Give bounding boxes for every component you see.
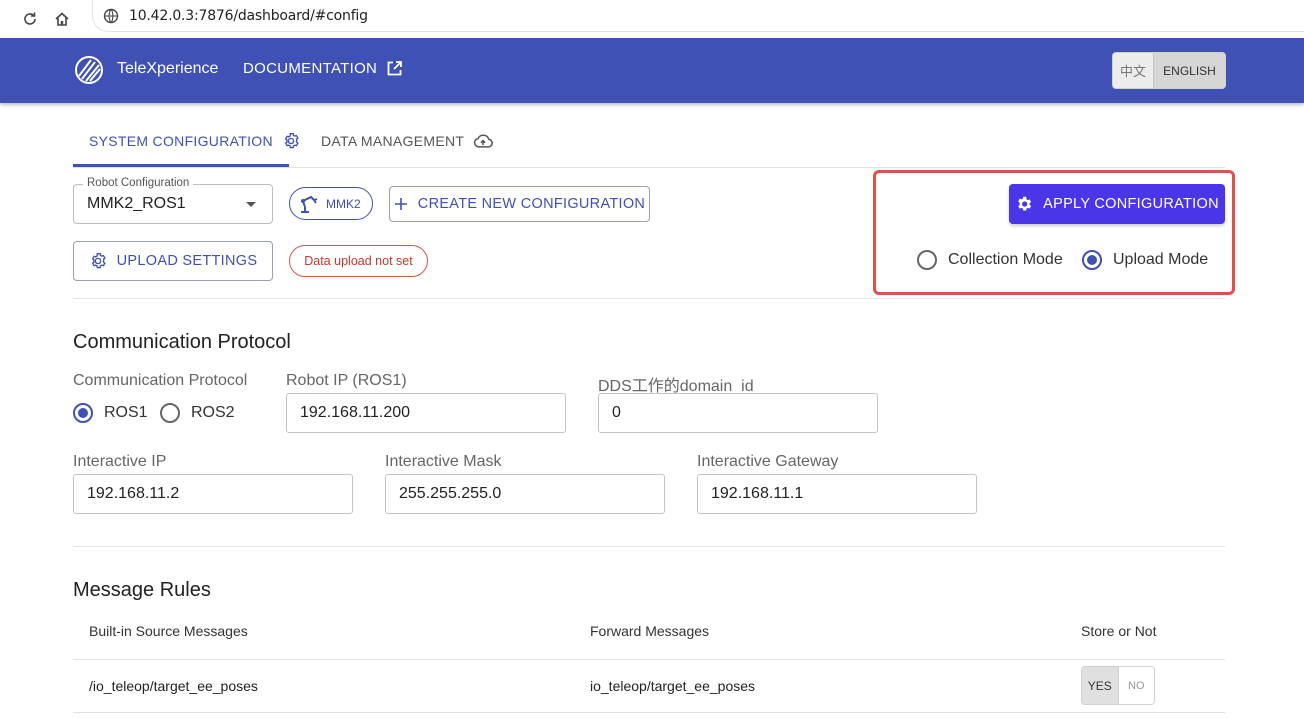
tab-system-configuration[interactable]: SYSTEM CONFIGURATION xyxy=(89,132,300,150)
column-header-forward: Forward Messages xyxy=(590,623,710,639)
dds-domain-input[interactable]: 0 xyxy=(598,393,878,433)
logo-icon xyxy=(75,56,103,84)
interactive-gateway-label: Interactive Gateway xyxy=(697,453,839,470)
protocol-label: Communication Protocol xyxy=(73,372,248,389)
robot-ip-label: Robot IP (ROS1) xyxy=(286,372,407,389)
tab-label: SYSTEM CONFIGURATION xyxy=(89,133,273,149)
radio-label: ROS2 xyxy=(191,404,235,421)
tab-label: DATA MANAGEMENT xyxy=(321,133,465,149)
row-forward-message: io_teleop/target_ee_poses xyxy=(590,678,756,694)
apply-configuration-label: APPLY CONFIGURATION xyxy=(1043,196,1219,212)
section-divider xyxy=(73,546,1225,547)
language-toggle: 中文 ENGLISH xyxy=(1112,52,1226,89)
communication-section-title: Communication Protocol xyxy=(73,331,291,353)
radio-upload-mode[interactable]: Upload Mode xyxy=(1082,250,1208,270)
app-header: TeleXperience DOCUMENTATION 中文 ENGLISH xyxy=(0,38,1304,103)
interactive-gateway-input[interactable]: 192.168.11.1 xyxy=(697,474,977,514)
store-toggle: YES NO xyxy=(1081,666,1155,705)
radio-circle[interactable] xyxy=(917,250,937,270)
upload-status-badge: Data upload not set xyxy=(289,245,428,277)
interactive-mask-input[interactable]: 255.255.255.0 xyxy=(385,474,665,514)
brand-name[interactable]: TeleXperience xyxy=(117,60,218,78)
store-yes-button[interactable]: YES xyxy=(1082,667,1119,704)
interactive-mask-label: Interactive Mask xyxy=(385,453,502,470)
interactive-ip-input[interactable]: 192.168.11.2 xyxy=(73,474,353,514)
interactive-ip-label: Interactive IP xyxy=(73,453,167,470)
table-header-divider xyxy=(73,659,1225,660)
radio-label: Collection Mode xyxy=(948,251,1063,268)
cloud-upload-icon xyxy=(474,134,494,148)
robot-arm-icon xyxy=(301,195,318,213)
site-info-icon[interactable] xyxy=(103,8,119,24)
chevron-down-icon[interactable] xyxy=(246,202,256,207)
radio-circle[interactable] xyxy=(160,403,180,423)
section-divider xyxy=(73,298,1225,299)
gear-icon xyxy=(1018,196,1032,211)
store-no-button[interactable]: NO xyxy=(1118,667,1154,704)
row-source-message: /io_teleop/target_ee_poses xyxy=(89,678,258,694)
upload-settings-label: UPLOAD SETTINGS xyxy=(116,253,258,269)
create-configuration-label: CREATE NEW CONFIGURATION xyxy=(417,196,646,212)
robot-ip-input[interactable]: 192.168.11.200 xyxy=(286,393,566,433)
message-rules-title: Message Rules xyxy=(73,579,211,601)
documentation-label: DOCUMENTATION xyxy=(243,60,378,77)
lang-en-button[interactable]: ENGLISH xyxy=(1153,53,1225,88)
column-header-store: Store or Not xyxy=(1081,623,1157,639)
gear-icon xyxy=(91,253,106,269)
external-link-icon xyxy=(387,61,403,76)
radio-label: Upload Mode xyxy=(1113,251,1209,268)
robot-type-chip: MMK2 xyxy=(289,187,373,220)
lang-zh-button[interactable]: 中文 xyxy=(1113,53,1153,88)
home-icon[interactable] xyxy=(51,8,73,30)
tabs-divider xyxy=(73,167,1225,168)
radio-label: ROS1 xyxy=(104,404,148,421)
robot-config-value[interactable]: MMK2_ROS1 xyxy=(87,195,186,213)
column-header-source: Built-in Source Messages xyxy=(89,623,248,639)
plus-icon xyxy=(394,198,407,210)
radio-ros1[interactable]: ROS1 xyxy=(73,403,148,423)
url-text[interactable]: 10.42.0.3:7876/dashboard/#config xyxy=(129,8,368,24)
radio-collection-mode[interactable]: Collection Mode xyxy=(917,250,1063,270)
tab-data-management[interactable]: DATA MANAGEMENT xyxy=(321,132,494,150)
upload-settings-button[interactable]: UPLOAD SETTINGS xyxy=(73,241,273,281)
gear-icon xyxy=(284,133,299,149)
radio-circle[interactable] xyxy=(73,403,93,423)
create-configuration-button[interactable]: CREATE NEW CONFIGURATION xyxy=(389,186,650,222)
robot-config-label: Robot Configuration xyxy=(83,177,194,189)
robot-type-label: MMK2 xyxy=(326,196,361,211)
radio-ros2[interactable]: ROS2 xyxy=(160,403,235,423)
address-bar[interactable]: 10.42.0.3:7876/dashboard/#config xyxy=(92,0,1304,32)
table-row-divider xyxy=(73,712,1225,713)
apply-configuration-button[interactable]: APPLY CONFIGURATION xyxy=(1009,184,1225,224)
reload-icon[interactable] xyxy=(19,8,41,30)
radio-circle[interactable] xyxy=(1082,250,1102,270)
documentation-link[interactable]: DOCUMENTATION xyxy=(243,60,403,77)
